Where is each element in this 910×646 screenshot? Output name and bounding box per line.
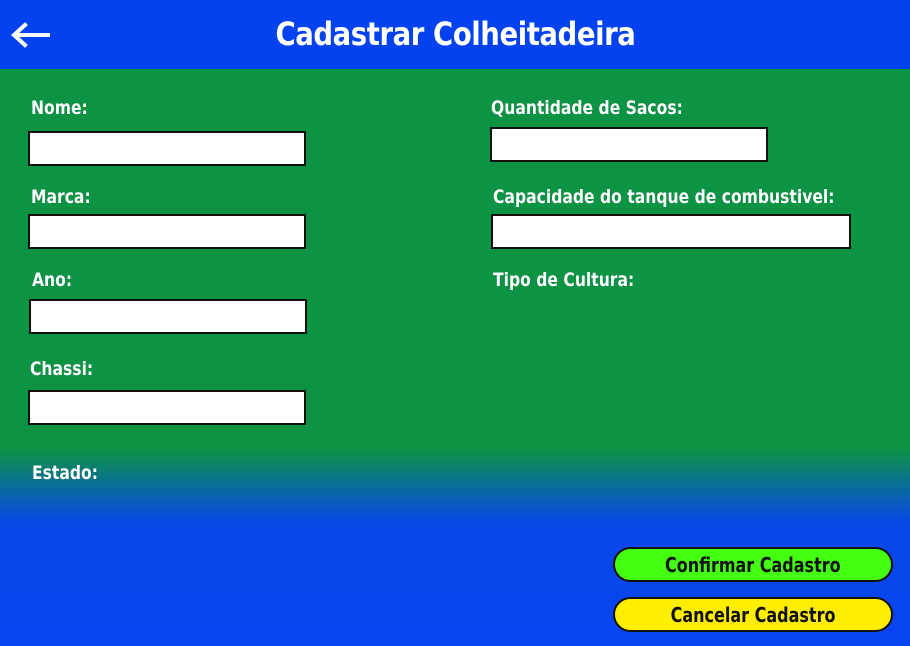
marca-input[interactable] bbox=[28, 214, 306, 249]
form-page: Cadastrar Colheitadeira Nome: Marca: Ano… bbox=[0, 0, 910, 646]
back-button[interactable] bbox=[10, 20, 50, 50]
app-header: Cadastrar Colheitadeira bbox=[0, 0, 910, 69]
estado-label: Estado: bbox=[32, 462, 98, 484]
cancel-button[interactable]: Cancelar Cadastro bbox=[613, 597, 893, 632]
ano-input[interactable] bbox=[29, 299, 307, 334]
arrow-left-icon bbox=[11, 22, 50, 48]
capacidade-tanque-input[interactable] bbox=[491, 214, 851, 249]
nome-label: Nome: bbox=[31, 97, 88, 119]
page-title: Cadastrar Colheitadeira bbox=[275, 15, 636, 53]
quantidade-sacos-input[interactable] bbox=[490, 127, 768, 162]
nome-input[interactable] bbox=[28, 131, 306, 166]
chassi-label: Chassi: bbox=[30, 358, 94, 380]
quantidade-sacos-label: Quantidade de Sacos: bbox=[491, 97, 683, 119]
tipo-cultura-label: Tipo de Cultura: bbox=[493, 269, 635, 291]
ano-label: Ano: bbox=[32, 269, 73, 291]
confirm-button-label: Confirmar Cadastro bbox=[665, 552, 841, 577]
marca-label: Marca: bbox=[31, 186, 91, 208]
confirm-button[interactable]: Confirmar Cadastro bbox=[613, 547, 893, 582]
cancel-button-label: Cancelar Cadastro bbox=[670, 602, 836, 627]
chassi-input[interactable] bbox=[28, 390, 306, 425]
capacidade-tanque-label: Capacidade do tanque de combustivel: bbox=[493, 186, 835, 208]
